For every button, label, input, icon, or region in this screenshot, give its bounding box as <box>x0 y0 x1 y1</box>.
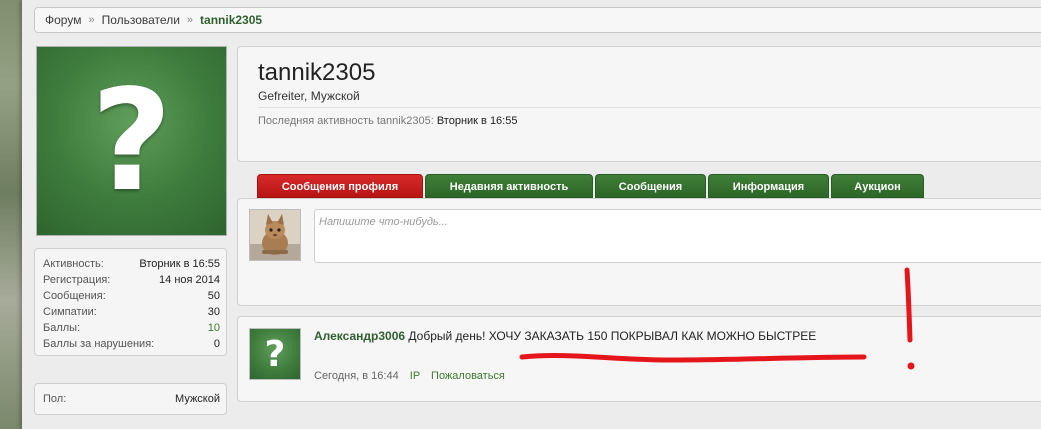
stat-row-registration: Регистрация: 14 ноя 2014 <box>43 272 220 288</box>
stat-row-messages: Сообщения: 50 <box>43 288 220 304</box>
status-composer <box>237 198 1041 306</box>
gender-label: Пол: <box>43 393 67 405</box>
last-activity-label: Последняя активность tannik2305: <box>258 115 434 127</box>
tab-messages[interactable]: Сообщения <box>595 174 706 198</box>
breadcrumb-current[interactable]: tannik2305 <box>200 13 262 27</box>
tab-recent-activity[interactable]: Недавняя активность <box>425 174 593 198</box>
message-body: Александр3006 Добрый день! ХОЧУ ЗАКАЗАТЬ… <box>314 329 816 343</box>
stat-row-points: Баллы: 10 <box>43 320 220 336</box>
breadcrumb-separator: » <box>88 14 95 26</box>
gender-info: Пол: Мужской <box>34 383 227 415</box>
message-meta: Сегодня, в 16:44 IP Пожаловаться <box>314 370 505 382</box>
last-activity: Последняя активность tannik2305: Вторник… <box>258 115 517 127</box>
tab-profile-posts[interactable]: Сообщения профиля <box>257 174 423 198</box>
stat-label: Симпатии: <box>43 306 97 318</box>
stat-row-activity: Активность: Вторник в 16:55 <box>43 256 220 272</box>
stat-row-warnings: Баллы за нарушения: 0 <box>43 336 220 352</box>
stat-value[interactable]: 50 <box>208 288 220 304</box>
background-strip <box>0 0 22 429</box>
profile-stats: Активность: Вторник в 16:55 Регистрация:… <box>34 248 227 356</box>
report-link[interactable]: Пожаловаться <box>431 370 505 382</box>
page-title: tannik2305 <box>258 59 376 86</box>
ip-link[interactable]: IP <box>410 370 420 382</box>
stat-value: 30 <box>207 306 220 318</box>
cat-icon <box>250 210 300 260</box>
stat-value: Вторник в 16:55 <box>139 258 220 270</box>
breadcrumb: Форум » Пользователи » tannik2305 <box>34 7 1041 33</box>
gender-value: Мужской <box>175 393 220 405</box>
stat-value: 14 ноя 2014 <box>159 274 220 286</box>
profile-tabs: Сообщения профиля Недавняя активность Со… <box>257 174 926 198</box>
stat-value[interactable]: 10 <box>208 320 220 336</box>
stat-row-likes: Симпатии: 30 <box>43 304 220 320</box>
divider <box>258 107 1041 108</box>
stat-label: Активность: <box>43 258 104 270</box>
question-mark-icon: ? <box>90 60 173 223</box>
profile-post: ? Александр3006 Добрый день! ХОЧУ ЗАКАЗА… <box>237 316 1041 402</box>
status-input[interactable] <box>314 209 1041 263</box>
stat-label: Регистрация: <box>43 274 111 286</box>
message-text: Добрый день! ХОЧУ ЗАКАЗАТЬ 150 ПОКРЫВАЛ … <box>408 329 817 343</box>
last-activity-value: Вторник в 16:55 <box>436 115 518 127</box>
breadcrumb-forum[interactable]: Форум <box>45 13 81 27</box>
current-user-avatar[interactable] <box>249 209 301 261</box>
tab-auction[interactable]: Аукцион <box>831 174 924 198</box>
stat-label: Сообщения: <box>43 290 106 302</box>
message-time[interactable]: Сегодня, в 16:44 <box>314 370 399 382</box>
breadcrumb-users[interactable]: Пользователи <box>102 13 180 27</box>
stat-value: 0 <box>213 338 220 350</box>
message-author-link[interactable]: Александр3006 <box>314 329 405 343</box>
question-mark-icon: ? <box>264 334 286 375</box>
message-author-avatar[interactable]: ? <box>249 328 301 380</box>
user-title: Gefreiter, Мужской <box>258 89 360 103</box>
stat-label: Баллы: <box>43 322 81 334</box>
tab-information[interactable]: Информация <box>708 174 829 198</box>
profile-avatar[interactable]: ? <box>36 46 227 236</box>
profile-header: tannik2305 Gefreiter, Мужской Последняя … <box>237 46 1041 162</box>
page: Форум » Пользователи » tannik2305 ? Акти… <box>22 0 1041 429</box>
breadcrumb-separator: » <box>186 14 194 26</box>
stat-label: Баллы за нарушения: <box>43 338 155 350</box>
